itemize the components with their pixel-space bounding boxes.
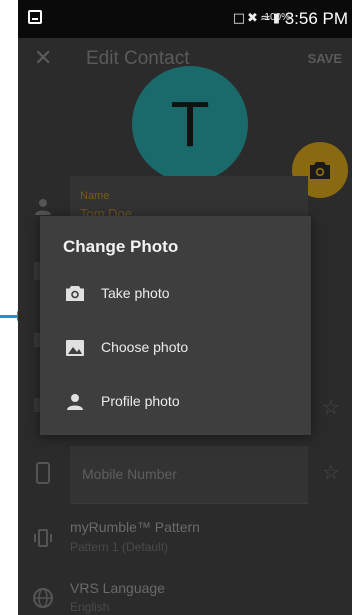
camera-icon	[310, 162, 330, 179]
page-title: Edit Contact	[86, 48, 190, 69]
mobile-number-field[interactable]: Mobile Number	[70, 446, 308, 504]
screenshot-notification-icon	[28, 10, 42, 24]
change-photo-dialog: Change Photo Take photo Choose photo Pro…	[40, 216, 311, 435]
profile-photo-label: Profile photo	[101, 393, 180, 409]
take-photo-option[interactable]: Take photo	[40, 269, 311, 319]
choose-photo-option[interactable]: Choose photo	[40, 323, 311, 373]
annotation-arrow	[0, 311, 24, 321]
take-photo-label: Take photo	[101, 285, 170, 301]
star-icon[interactable]: ☆	[322, 395, 340, 419]
pattern-value: Pattern 1 (Default)	[70, 540, 169, 554]
profile-photo-option[interactable]: Profile photo	[40, 377, 311, 427]
name-field-label: Name	[80, 190, 110, 202]
globe-icon	[33, 588, 53, 608]
image-icon	[66, 340, 84, 356]
favorite-star-icon[interactable]: ☆	[322, 460, 340, 484]
language-value: English	[70, 600, 110, 614]
phone-icon	[36, 462, 50, 484]
phone-screen: □✖≈▮ 100% 3:56 PM ✕ Edit Contact SAVE T …	[18, 0, 352, 615]
camera-icon	[66, 286, 84, 301]
status-bar: □✖≈▮ 100% 3:56 PM	[18, 0, 352, 38]
dialog-title: Change Photo	[63, 237, 179, 256]
person-icon	[67, 394, 83, 410]
avatar: T	[132, 66, 248, 182]
person-icon	[35, 199, 51, 215]
mobile-number-placeholder: Mobile Number	[82, 466, 177, 482]
choose-photo-label: Choose photo	[101, 339, 189, 355]
close-icon[interactable]: ✕	[34, 46, 52, 71]
language-title[interactable]: VRS Language	[70, 580, 165, 596]
vibration-icon	[34, 529, 52, 547]
save-button[interactable]: SAVE	[308, 51, 342, 66]
pattern-title[interactable]: myRumble™ Pattern	[70, 519, 200, 535]
status-time: 3:56 PM	[284, 9, 348, 28]
